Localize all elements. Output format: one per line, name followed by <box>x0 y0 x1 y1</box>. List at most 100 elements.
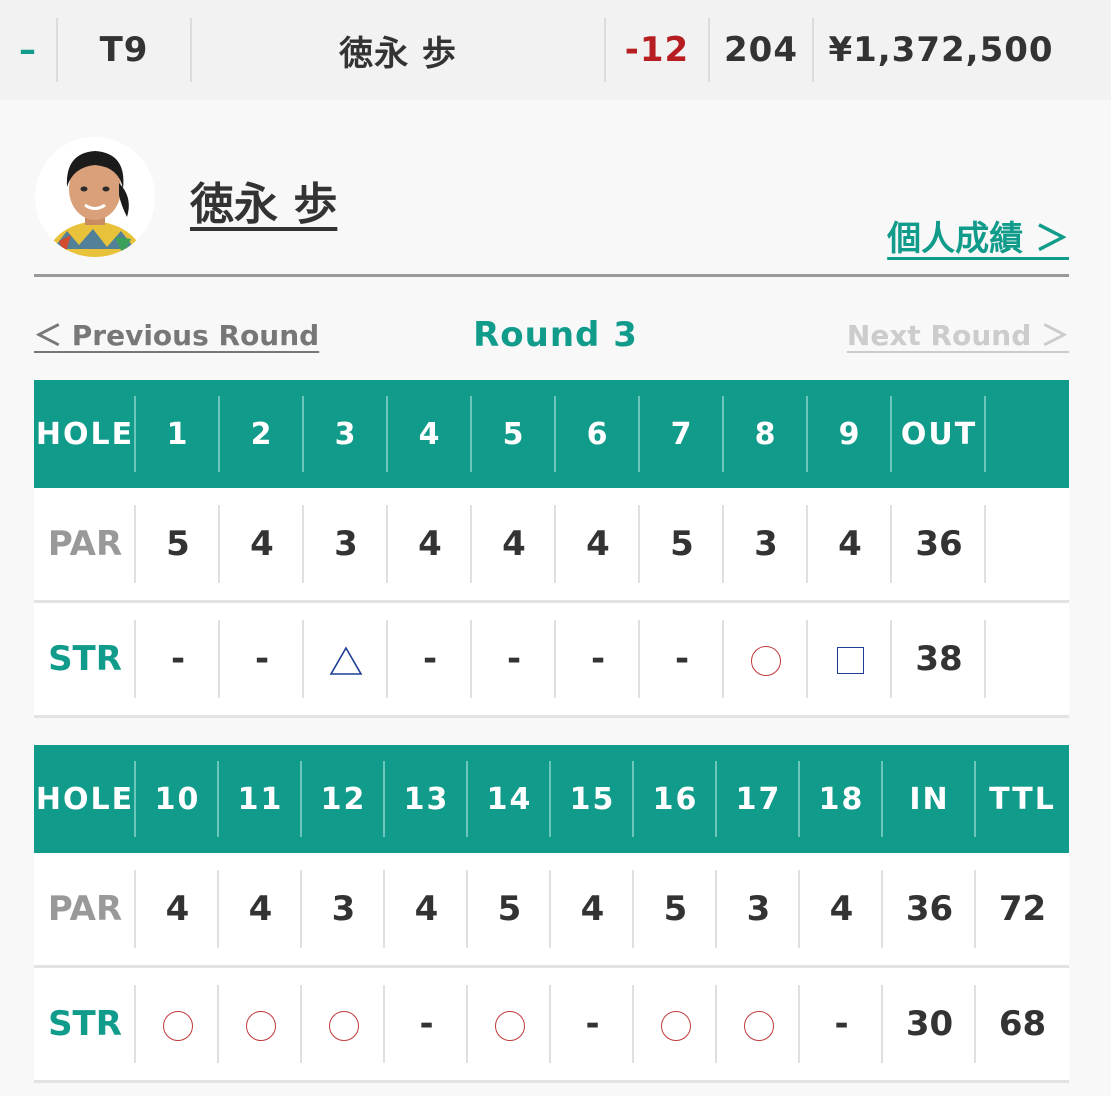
birdie-circle-icon <box>660 1010 691 1041</box>
stroke-label: STR <box>34 966 136 1083</box>
hole-number: TTL <box>976 745 1069 853</box>
hole-number: 14 <box>468 745 551 853</box>
hole-number: 1 <box>136 380 220 488</box>
hole-label: HOLE <box>34 745 136 853</box>
hole-number: 11 <box>219 745 302 853</box>
par-value: 4 <box>556 488 640 603</box>
par-label: PAR <box>34 488 136 603</box>
stroke-total: 68 <box>976 966 1069 1083</box>
par-dash-cell: - <box>220 601 304 718</box>
personal-results-link[interactable]: 個人成績 ＞ <box>887 211 1069 260</box>
par-row: PAR 5 4 3 4 4 4 5 3 4 36 <box>34 488 1069 603</box>
player-name-cell: 徳永 歩 <box>339 33 457 74</box>
par-dash-cell: - <box>551 966 634 1083</box>
par-value: 5 <box>136 488 220 603</box>
par-value: 4 <box>472 488 556 603</box>
par-value: 5 <box>640 488 724 603</box>
stroke-total: 30 <box>883 966 976 1083</box>
hole-number: 5 <box>472 380 556 488</box>
par-value <box>986 488 1069 603</box>
next-round-link: Next Round ＞ <box>846 319 1069 352</box>
birdie-cell <box>219 966 302 1083</box>
hole-number: OUT <box>892 380 986 488</box>
par-value: 3 <box>724 488 808 603</box>
par-value: 5 <box>634 853 717 968</box>
birdie-cell <box>724 601 808 718</box>
par-value: 3 <box>304 488 388 603</box>
leaderboard-row[interactable]: – T9 徳永 歩 -12 204 ¥1,372,500 <box>0 0 1111 100</box>
hole-number <box>986 380 1069 488</box>
hole-number: 3 <box>304 380 388 488</box>
birdie-cell <box>717 966 800 1083</box>
par-value: 36 <box>892 488 986 603</box>
to-par-score: -12 <box>624 30 690 70</box>
hole-number: 7 <box>640 380 724 488</box>
hole-number: 2 <box>220 380 304 488</box>
hole-number: IN <box>883 745 976 853</box>
par-dash-cell: - <box>800 966 883 1083</box>
par-value: 4 <box>385 853 468 968</box>
hole-number: 9 <box>808 380 892 488</box>
birdie-circle-icon <box>751 645 781 676</box>
birdie-circle-icon <box>162 1010 193 1041</box>
birdie-circle-icon <box>245 1010 276 1041</box>
hole-header-row: HOLE 1 2 3 4 5 6 7 8 9 OUT <box>34 380 1069 488</box>
hole-number: 15 <box>551 745 634 853</box>
par-value: 4 <box>551 853 634 968</box>
par-value: 36 <box>883 853 976 968</box>
stroke-total: 38 <box>892 601 986 718</box>
scorecard-back-nine: HOLE 10 11 12 13 14 15 16 17 18 IN TTL PAR 4 4 3 4 5 4 5 3 4… <box>34 745 1069 1083</box>
hole-number: 17 <box>717 745 800 853</box>
hole-number: 10 <box>136 745 219 853</box>
par-value: 3 <box>717 853 800 968</box>
birdie-cell <box>468 966 551 1083</box>
bogey-triangle-icon <box>329 645 363 676</box>
player-name-link[interactable]: 徳永 歩 <box>190 168 337 232</box>
hole-number: 6 <box>556 380 640 488</box>
bogey-cell <box>808 601 892 718</box>
stroke-row: STR - - -30 68 <box>34 966 1069 1083</box>
birdie-circle-icon <box>494 1010 525 1041</box>
birdie-cell <box>136 966 219 1083</box>
stroke-total <box>986 601 1069 718</box>
scorecard-front-nine: HOLE 1 2 3 4 5 6 7 8 9 OUT PAR 5 4 3 4 4 4 5 3 4 36 STR - - - - -… <box>34 380 1069 718</box>
par-dash-cell: - <box>640 601 724 718</box>
hole-number: 18 <box>800 745 883 853</box>
bogey-square-icon <box>836 647 864 674</box>
par-dash-cell: - <box>556 601 640 718</box>
par-dash-cell: - <box>385 966 468 1083</box>
bogey-cell <box>304 601 388 718</box>
par-value: 4 <box>808 488 892 603</box>
par-dash-cell: - <box>472 601 556 718</box>
position: T9 <box>99 30 149 70</box>
player-photo-icon <box>35 137 155 257</box>
par-value: 4 <box>220 488 304 603</box>
hole-number: 8 <box>724 380 808 488</box>
stroke-row: STR - - - - - -38 <box>34 601 1069 718</box>
hole-number: 16 <box>634 745 717 853</box>
par-value: 4 <box>388 488 472 603</box>
par-dash-cell: - <box>388 601 472 718</box>
hole-label: HOLE <box>34 380 136 488</box>
birdie-cell <box>302 966 385 1083</box>
par-label: PAR <box>34 853 136 968</box>
collapse-toggle-icon[interactable]: – <box>0 18 56 82</box>
par-value: 4 <box>136 853 219 968</box>
hole-number: 12 <box>302 745 385 853</box>
hole-number: 4 <box>388 380 472 488</box>
stroke-label: STR <box>34 601 136 718</box>
birdie-circle-icon <box>328 1010 359 1041</box>
hole-number: 13 <box>385 745 468 853</box>
par-value: 3 <box>302 853 385 968</box>
par-dash-cell: - <box>136 601 220 718</box>
birdie-cell <box>634 966 717 1083</box>
par-row: PAR 4 4 3 4 5 4 5 3 4 36 72 <box>34 853 1069 968</box>
hole-header-row: HOLE 10 11 12 13 14 15 16 17 18 IN TTL <box>34 745 1069 853</box>
par-value: 5 <box>468 853 551 968</box>
par-value: 4 <box>219 853 302 968</box>
par-value: 72 <box>976 853 1069 968</box>
prize-money: ¥1,372,500 <box>828 30 1054 70</box>
divider <box>34 274 1069 277</box>
avatar <box>35 137 155 257</box>
birdie-circle-icon <box>743 1010 774 1041</box>
